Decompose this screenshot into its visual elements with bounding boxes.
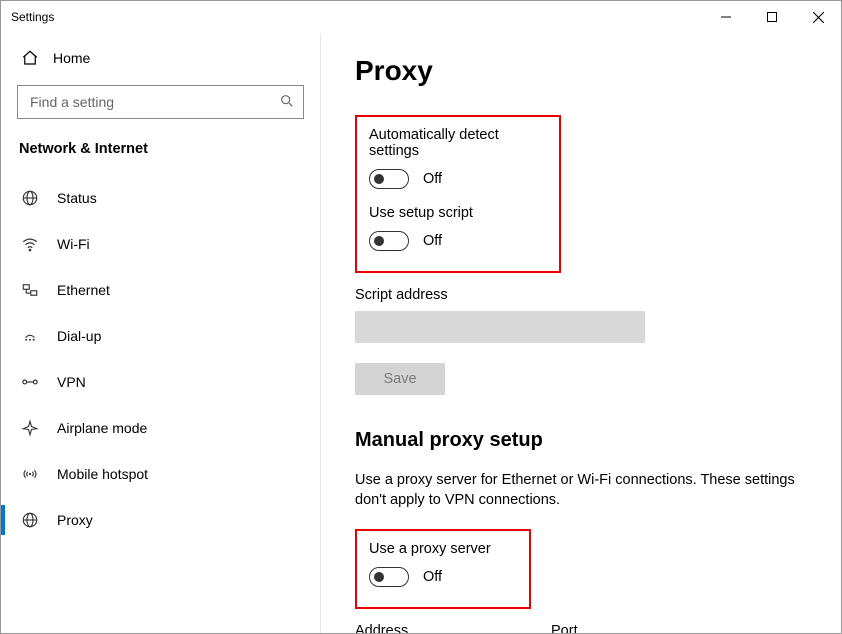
script-address-input[interactable] [355,311,645,343]
sidebar-item-label: Status [57,190,97,206]
manual-heading: Manual proxy setup [355,429,807,452]
home-nav[interactable]: Home [1,39,320,77]
search-wrap [1,77,320,119]
highlight-box-auto: Automatically detect settings Off Use se… [355,115,561,273]
ethernet-icon [21,281,39,299]
sidebar-item-hotspot[interactable]: Mobile hotspot [1,451,320,497]
auto-detect-row: Off [369,169,547,189]
sidebar: Home Network & Internet Status [1,33,321,633]
auto-detect-label: Automatically detect settings [369,127,547,159]
wifi-icon [21,235,39,253]
sidebar-item-label: Mobile hotspot [57,466,148,482]
script-address-label: Script address [355,287,807,303]
use-proxy-row: Off [369,567,517,587]
address-port-row: Address Port [355,623,807,633]
sidebar-item-label: Airplane mode [57,420,147,436]
sidebar-item-label: Dial-up [57,328,101,344]
hotspot-icon [21,465,39,483]
address-col: Address [355,623,515,633]
proxy-icon [21,511,39,529]
manual-description: Use a proxy server for Ethernet or Wi-Fi… [355,470,795,511]
search-input[interactable] [28,93,279,111]
setup-script-row: Off [369,231,547,251]
page-title: Proxy [355,55,807,87]
sidebar-section-heading: Network & Internet [1,119,320,163]
sidebar-item-vpn[interactable]: VPN [1,359,320,405]
window-controls [703,1,841,33]
body: Home Network & Internet Status [1,33,841,633]
use-proxy-label: Use a proxy server [369,541,517,557]
vpn-icon [21,373,39,391]
highlight-box-proxy: Use a proxy server Off [355,529,531,609]
sidebar-item-label: VPN [57,374,86,390]
search-icon [279,93,295,112]
minimize-button[interactable] [703,1,749,33]
auto-detect-state: Off [423,171,442,187]
status-icon [21,189,39,207]
close-button[interactable] [795,1,841,33]
sidebar-item-label: Ethernet [57,282,110,298]
dialup-icon [21,327,39,345]
setup-script-state: Off [423,233,442,249]
content-pane: Proxy Automatically detect settings Off … [321,33,841,633]
setup-script-label: Use setup script [369,205,547,221]
sidebar-item-label: Proxy [57,512,93,528]
home-icon [21,49,39,67]
window-title: Settings [11,10,54,24]
save-button[interactable]: Save [355,363,445,395]
sidebar-item-proxy[interactable]: Proxy [1,497,320,543]
titlebar: Settings [1,1,841,33]
port-label: Port [551,623,637,633]
save-button-label: Save [383,371,416,387]
port-col: Port [551,623,637,633]
setup-script-toggle[interactable] [369,231,409,251]
auto-detect-toggle[interactable] [369,169,409,189]
search-input-wrap[interactable] [17,85,304,119]
sidebar-item-ethernet[interactable]: Ethernet [1,267,320,313]
sidebar-item-label: Wi-Fi [57,236,90,252]
sidebar-nav: Status Wi-Fi Ethernet [1,175,320,543]
sidebar-item-wifi[interactable]: Wi-Fi [1,221,320,267]
sidebar-item-dialup[interactable]: Dial-up [1,313,320,359]
airplane-icon [21,419,39,437]
settings-window: Settings Home [0,0,842,634]
address-label: Address [355,623,515,633]
sidebar-item-status[interactable]: Status [1,175,320,221]
home-label: Home [53,50,90,66]
use-proxy-state: Off [423,569,442,585]
use-proxy-toggle[interactable] [369,567,409,587]
sidebar-item-airplane[interactable]: Airplane mode [1,405,320,451]
maximize-button[interactable] [749,1,795,33]
